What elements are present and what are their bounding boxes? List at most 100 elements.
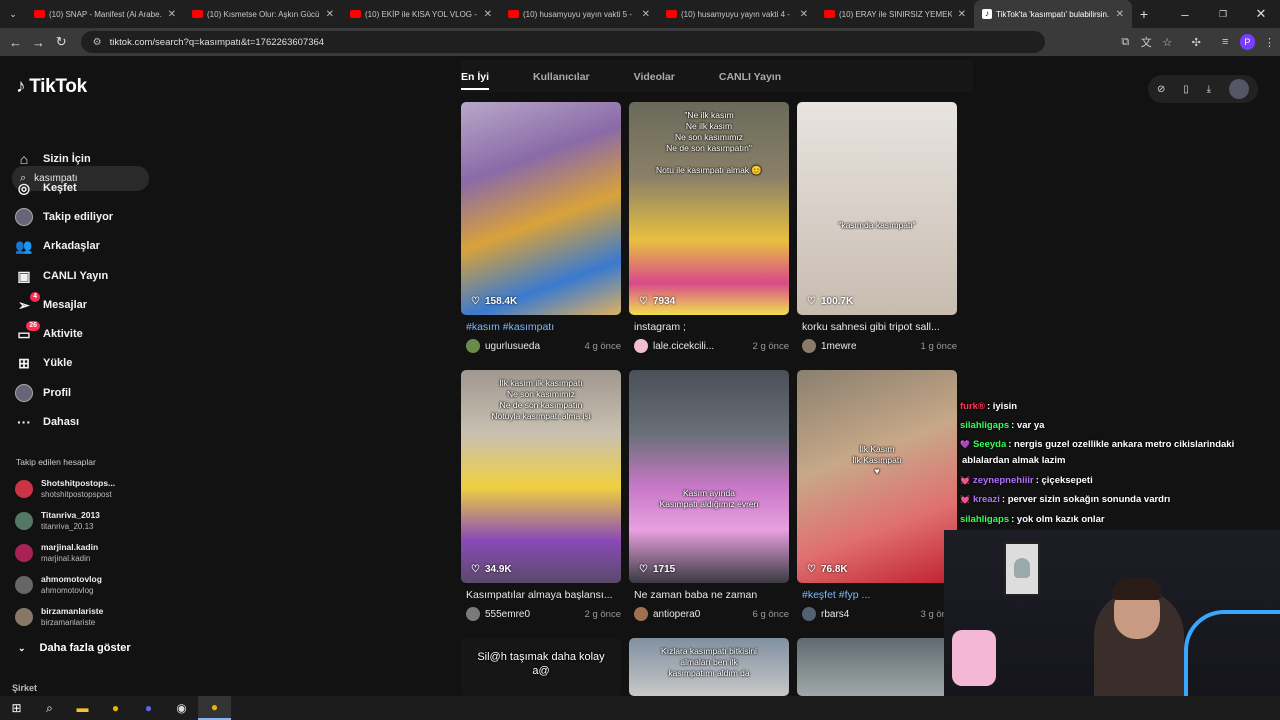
tiktok-logo[interactable]: ♪ TikTok xyxy=(16,76,87,98)
video-thumbnail[interactable]: İlk Kasım İlk Kasımpatı ♥ ♡ 76.8K xyxy=(797,370,957,583)
browser-tab[interactable]: (10) ERAY ile SINIRSIZ YEMEK T... ✕ xyxy=(816,0,974,28)
sidebar-item-compass[interactable]: ◎ Keşfet xyxy=(14,179,77,197)
video-thumbnail[interactable]: ♡ 158.4K xyxy=(461,102,621,315)
video-description[interactable]: #keşfet #fyp ... xyxy=(802,589,957,601)
close-tab-icon[interactable]: ✕ xyxy=(326,9,334,20)
chevron-down-icon: ⌄ xyxy=(18,642,26,653)
sidebar-item-profile-avatar[interactable]: Profil xyxy=(14,384,71,402)
video-thumbnail[interactable]: "kasımda kasımpatı" ♡ 100.7K xyxy=(797,102,957,315)
user-avatar[interactable] xyxy=(466,607,480,621)
browser-tab[interactable]: (10) Kısmetse Olur: Aşkın Gücü... ✕ xyxy=(184,0,342,28)
menu-kebab-icon[interactable]: ⋮ xyxy=(1259,36,1280,49)
tab-search-icon[interactable]: ⌄ xyxy=(0,9,26,20)
sidebar-item-activity[interactable]: ▭ 26 Aktivite xyxy=(14,321,83,343)
username[interactable]: rbars4 xyxy=(821,609,921,620)
username[interactable]: 1mewre xyxy=(821,341,921,352)
company-link[interactable]: Şirket xyxy=(12,683,37,693)
video-description[interactable]: Ne zaman baba ne zaman xyxy=(634,589,789,601)
followed-account[interactable]: birzamanlariste birzamanlariste xyxy=(15,606,103,628)
profile-avatar[interactable]: P xyxy=(1239,34,1255,50)
followed-account[interactable]: marjinal.kadin marjinal.kadin xyxy=(15,542,98,564)
tab-users[interactable]: Kullanıcılar xyxy=(533,60,590,92)
new-tab-button[interactable]: + xyxy=(1132,6,1156,22)
close-window-button[interactable]: ✕ xyxy=(1242,6,1280,22)
followed-account[interactable]: Shotshitpostops... shotshitpostopspost xyxy=(15,478,115,500)
account-avatar xyxy=(15,608,33,626)
user-avatar[interactable] xyxy=(802,607,816,621)
user-avatar[interactable] xyxy=(1229,79,1249,99)
heart-icon: ♡ xyxy=(639,296,648,307)
discord-icon[interactable]: ● xyxy=(132,696,165,720)
chrome-icon[interactable]: ● xyxy=(99,696,132,720)
video-description[interactable]: Kasımpatılar almaya başlansı... xyxy=(466,589,621,601)
close-tab-icon[interactable]: ✕ xyxy=(958,9,966,20)
video-thumbnail[interactable]: Kasım ayında Kasımpatı aldığımız evren ♡ 1… xyxy=(629,370,789,583)
video-thumbnail[interactable] xyxy=(797,638,957,696)
video-description[interactable]: instagram ; xyxy=(634,321,789,333)
device-icon[interactable]: ▯ xyxy=(1183,84,1189,95)
username[interactable]: antiopera0 xyxy=(653,609,753,620)
user-avatar[interactable] xyxy=(634,339,648,353)
close-tab-icon[interactable]: ✕ xyxy=(1116,9,1124,20)
user-avatar[interactable] xyxy=(634,607,648,621)
followed-account[interactable]: ahmomotovlog ahmomotovlog xyxy=(15,574,102,596)
install-app-icon[interactable]: ⧉ xyxy=(1115,36,1136,49)
reload-icon[interactable]: ↻ xyxy=(50,34,73,50)
sidebar-item-friends[interactable]: 👥 Arkadaşlar xyxy=(14,237,100,255)
browser-tab[interactable]: (10) husamyuyu yayın vakti 4 - ✕ xyxy=(658,0,816,28)
download-icon[interactable]: ⤓ xyxy=(1207,84,1211,95)
followed-account[interactable]: Titanriva_2013 titanriva_20.13 xyxy=(15,510,100,532)
sidebar-item-more[interactable]: ··· Dahası xyxy=(14,413,79,431)
file-explorer-icon[interactable]: ▬ xyxy=(66,696,99,720)
obs-icon[interactable]: ◉ xyxy=(165,696,198,720)
account-avatar xyxy=(15,480,33,498)
forward-icon[interactable]: → xyxy=(27,35,50,50)
browser-tab[interactable]: (10) EKİP ile KISA YOL VLOG - T... ✕ xyxy=(342,0,500,28)
video-description[interactable]: #kasım #kasımpatı xyxy=(466,321,621,333)
chat-message: silahligaps: yok olm kazık onlar xyxy=(960,514,1105,525)
media-control-icon[interactable]: ≡ xyxy=(1215,36,1236,48)
tab-videos[interactable]: Videolar xyxy=(634,60,675,92)
video-thumbnail[interactable]: Kızlara kasımpatı bitkisini almaları ben… xyxy=(629,638,789,696)
sidebar-item-home[interactable]: ⌂ Sizin İçin xyxy=(14,150,91,168)
close-tab-icon[interactable]: ✕ xyxy=(642,9,650,20)
username[interactable]: lale.cicekcili... xyxy=(653,341,753,352)
chrome-active-icon[interactable]: ● xyxy=(198,696,231,720)
video-description[interactable]: korku sahnesi gibi tripot sall... xyxy=(802,321,957,333)
extensions-icon[interactable]: ✣ xyxy=(1186,36,1207,49)
tab-top[interactable]: En İyi xyxy=(461,60,490,92)
user-avatar[interactable] xyxy=(802,339,816,353)
back-icon[interactable]: ← xyxy=(4,35,27,50)
user-avatar[interactable] xyxy=(466,339,480,353)
tab-live[interactable]: CANLI Yayın xyxy=(719,60,781,92)
close-tab-icon[interactable]: ✕ xyxy=(484,9,492,20)
url-field[interactable]: ⚙ tiktok.com/search?q=kasımpatı&t=176226… xyxy=(80,31,1045,53)
video-thumbnail[interactable]: Sil@h taşımak daha kolay a@ xyxy=(461,638,621,696)
username[interactable]: 555emre0 xyxy=(485,609,585,620)
thumbnail-caption: Kızlara kasımpatı bitkisini almaları ben… xyxy=(661,646,757,678)
sidebar-item-live[interactable]: ▣ CANLI Yayın xyxy=(14,267,108,285)
data-saver-icon[interactable]: ⊘ xyxy=(1157,84,1165,95)
browser-tab[interactable]: (10) husamyuyu yayın vakti 5 - ✕ xyxy=(500,0,658,28)
site-info-icon[interactable]: ⚙ xyxy=(93,37,102,48)
video-thumbnail[interactable]: İlk kasım ilk kasımpatı Ne son kasımımız… xyxy=(461,370,621,583)
video-thumbnail[interactable]: "Ne ilk kasım Ne ilk kasım Ne son kasımı… xyxy=(629,102,789,315)
username[interactable]: ugurlusueda xyxy=(485,341,585,352)
show-more-button[interactable]: ⌄ Daha fazla göster xyxy=(18,642,131,654)
browser-tab[interactable]: (10) SNAP - Manifest (Ai Arabe... ✕ xyxy=(26,0,184,28)
translate-icon[interactable]: 文 xyxy=(1136,34,1157,50)
close-tab-icon[interactable]: ✕ xyxy=(168,9,176,20)
search-tabs: En İyi Kullanıcılar Videolar CANLI Yayın xyxy=(461,60,973,92)
close-tab-icon[interactable]: ✕ xyxy=(800,9,808,20)
sidebar-item-messages[interactable]: ➢ 4 Mesajlar xyxy=(14,292,87,314)
minimize-button[interactable]: – xyxy=(1166,7,1204,22)
sidebar-item-upload[interactable]: ⊞ Yükle xyxy=(14,354,72,372)
browser-tab[interactable]: ♪ TikTok'ta 'kasımpatı' bulabilirsin... ✕ xyxy=(974,0,1132,28)
windows-start-icon[interactable]: ⊞ xyxy=(0,696,33,720)
search-icon[interactable]: ⌕ xyxy=(33,696,66,720)
bookmark-star-icon[interactable]: ☆ xyxy=(1157,36,1178,49)
like-count-value: 7934 xyxy=(652,296,676,307)
maximize-button[interactable]: ❐ xyxy=(1204,9,1242,20)
sidebar-item-following-avatar[interactable]: Takip ediliyor xyxy=(14,208,113,226)
account-name: Titanriva_2013 xyxy=(41,510,100,520)
